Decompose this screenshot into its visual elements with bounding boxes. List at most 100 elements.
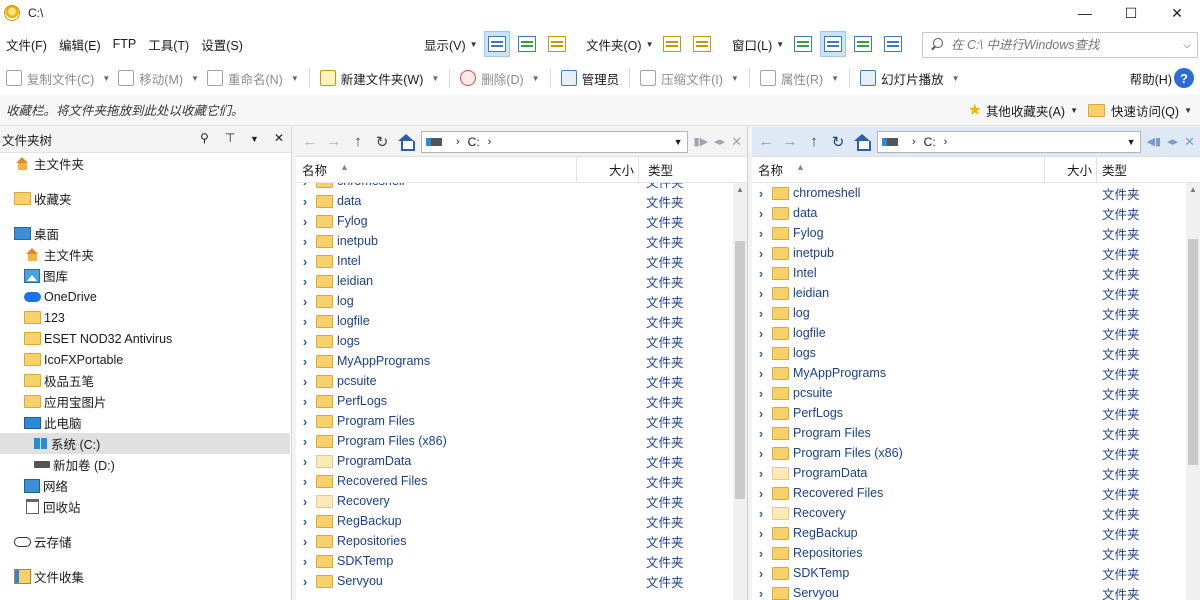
file-row[interactable]: › Recovery 文件夹 [752,503,1186,523]
expand-chevron-icon[interactable]: › [298,514,312,529]
forward-icon[interactable]: → [322,130,346,154]
tree-item[interactable]: 新加卷 (D:) [0,454,290,475]
expand-chevron-icon[interactable]: › [754,506,768,521]
home-icon[interactable] [397,133,415,151]
file-row[interactable]: › logfile 文件夹 [752,323,1186,343]
expand-chevron-icon[interactable]: › [754,266,768,281]
column-divider[interactable] [1096,157,1097,183]
expand-chevron-icon[interactable]: › [298,274,312,289]
file-row[interactable]: › PerfLogs 文件夹 [752,403,1186,423]
chevron-down-icon[interactable]: ▼ [776,40,784,49]
column-name[interactable]: 名称 [758,160,783,179]
address-segment[interactable]: C: [924,135,936,149]
file-row[interactable]: › Program Files (x86) 文件夹 [296,431,732,451]
chevron-down-icon[interactable]: ▼ [646,40,654,49]
tree-item[interactable]: 主文件夹 [0,153,290,174]
file-row[interactable]: › SDKTemp 文件夹 [752,563,1186,583]
tree-item[interactable]: 此电脑 [0,412,290,433]
expand-chevron-icon[interactable]: › [754,446,768,461]
file-row[interactable]: › Repositories 文件夹 [296,531,732,551]
swap-panes-icon[interactable]: ◂▸ [714,135,725,148]
expand-chevron-icon[interactable]: › [298,194,312,209]
file-row[interactable]: › pcsuite 文件夹 [752,383,1186,403]
file-row[interactable]: › RegBackup 文件夹 [296,511,732,531]
admin-button[interactable]: 管理员 [557,65,624,91]
menu-ftp[interactable]: FTP [107,37,143,51]
file-row[interactable]: › Repositories 文件夹 [752,543,1186,563]
tree-item[interactable]: OneDrive [0,286,290,307]
tree-item[interactable]: 应用宝图片 [0,391,290,412]
file-row[interactable]: › Recovered Files 文件夹 [296,471,732,491]
search-input[interactable] [951,38,1177,52]
menu-settings[interactable]: 设置(S) [195,35,249,54]
chevron-down-icon[interactable]: ▼ [1127,137,1136,147]
chevron-down-icon[interactable]: ▼ [291,74,299,83]
tree-item[interactable]: 回收站 [0,496,290,517]
column-type[interactable]: 类型 [1102,160,1127,179]
file-row[interactable]: › leidian 文件夹 [296,271,732,291]
expand-chevron-icon[interactable]: › [298,374,312,389]
slideshow-button[interactable]: 幻灯片播放 ▼ [856,65,963,91]
tree-item[interactable]: 图库 [0,265,290,286]
chevron-down-icon[interactable]: ▼ [952,74,960,83]
minimize-button[interactable]: — [1062,0,1108,26]
expand-chevron-icon[interactable]: › [298,474,312,489]
expand-chevron-icon[interactable]: › [298,214,312,229]
file-row[interactable]: › Intel 文件夹 [296,251,732,271]
expand-chevron-icon[interactable]: › [298,494,312,509]
file-row[interactable]: › chromeshell 文件夹 [296,183,732,191]
folder-menu[interactable]: 文件夹(O) [582,35,646,54]
refresh-icon[interactable]: ↻ [826,130,850,154]
expand-chevron-icon[interactable]: › [754,326,768,341]
search-icon[interactable]: ⚲ [200,131,209,145]
file-row[interactable]: › Program Files 文件夹 [752,423,1186,443]
chevron-down-icon[interactable]: ▼ [1184,106,1192,115]
expand-chevron-icon[interactable]: › [298,554,312,569]
file-row[interactable]: › data 文件夹 [296,191,732,211]
expand-chevron-icon[interactable]: › [754,486,768,501]
file-row[interactable]: › leidian 文件夹 [752,283,1186,303]
file-row[interactable]: › log 文件夹 [752,303,1186,323]
file-row[interactable]: › chromeshell 文件夹 [752,183,1186,203]
pin-icon[interactable]: ⊤ [225,131,235,145]
file-row[interactable]: › Recovered Files 文件夹 [752,483,1186,503]
single-pane-button[interactable] [790,31,816,57]
dual-pane-vertical-button[interactable] [820,31,847,57]
sync-browse-icon[interactable]: ▮▶ [694,135,709,148]
compress-button[interactable]: 压缩文件(I) ▼ [636,65,743,91]
tree-item[interactable]: 文件收集 [0,566,290,587]
delete-button[interactable]: 删除(D) ▼ [456,65,543,91]
close-icon[interactable]: ✕ [1184,134,1195,150]
file-row[interactable]: › ProgramData 文件夹 [752,463,1186,483]
folder-tree-button[interactable] [689,31,715,57]
view-preview-button[interactable] [514,31,540,57]
properties-button[interactable]: 属性(R) ▼ [756,65,843,91]
menu-tools[interactable]: 工具(T) [142,35,195,54]
expand-chevron-icon[interactable]: › [754,366,768,381]
up-icon[interactable]: ↑ [802,130,826,154]
expand-chevron-icon[interactable]: › [754,466,768,481]
rename-button[interactable]: 重命名(N) ▼ [203,65,303,91]
scrollbar-thumb[interactable] [735,241,745,499]
tree-item[interactable]: 桌面 [0,223,290,244]
left-vertical-scrollbar[interactable]: ▲ [733,183,747,600]
sync-browse-icon[interactable]: ◀▮ [1147,135,1162,148]
view-thumbnail-button[interactable] [544,31,570,57]
menu-file[interactable]: 文件(F) [0,35,53,54]
display-menu[interactable]: 显示(V) [420,35,470,54]
chevron-down-icon[interactable]: ▼ [1070,106,1078,115]
right-vertical-scrollbar[interactable]: ▲ [1186,183,1200,600]
expand-chevron-icon[interactable]: › [754,406,768,421]
expand-chevron-icon[interactable]: › [754,426,768,441]
expand-chevron-icon[interactable]: › [754,566,768,581]
expand-chevron-icon[interactable]: › [754,246,768,261]
tree-item[interactable]: IcoFXPortable [0,349,290,370]
file-row[interactable]: › PerfLogs 文件夹 [296,391,732,411]
tree-item[interactable]: ESET NOD32 Antivirus [0,328,290,349]
expand-chevron-icon[interactable]: › [298,574,312,589]
app-icon[interactable] [4,5,20,21]
column-divider[interactable] [576,157,577,183]
preview-pane-button[interactable] [880,31,906,57]
tree-item[interactable]: 系统 (C:) [0,433,290,454]
chevron-down-icon[interactable]: ▼ [831,74,839,83]
